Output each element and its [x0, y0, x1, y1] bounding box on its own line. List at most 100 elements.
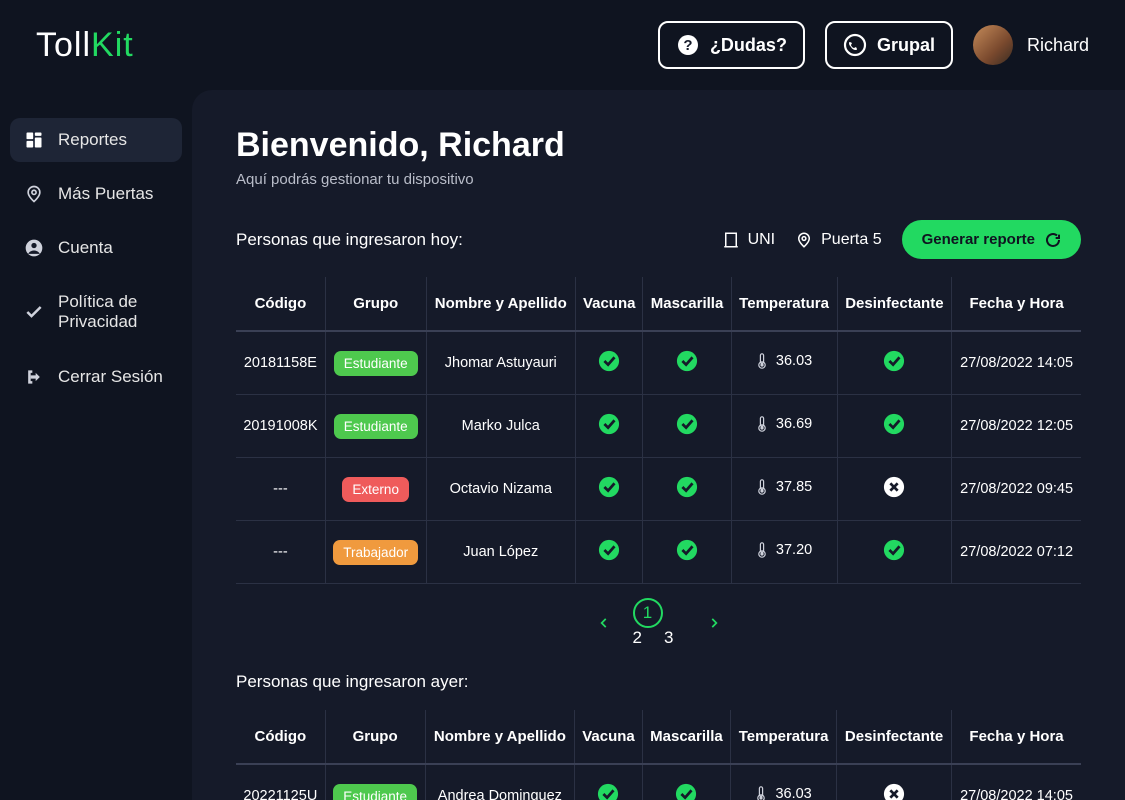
- thermometer-icon: [756, 479, 768, 495]
- cell-sanitizer: [837, 764, 952, 800]
- chevron-left-icon[interactable]: [597, 616, 611, 630]
- generate-report-button[interactable]: Generar reporte: [902, 220, 1081, 259]
- cell-code: ---: [236, 521, 325, 584]
- column-header: Desinfectante: [837, 277, 952, 331]
- cell-group: Estudiante: [325, 764, 425, 800]
- sidebar-item-privacidad[interactable]: Política de Privacidad: [10, 280, 182, 345]
- column-header: Vacuna: [575, 710, 643, 764]
- thermometer-icon: [756, 416, 768, 432]
- cell-sanitizer: [837, 395, 952, 458]
- username: Richard: [1027, 35, 1089, 56]
- page-number[interactable]: 3: [664, 628, 673, 647]
- cell-code: 20221125U: [236, 764, 325, 800]
- x-circle-icon: [883, 783, 905, 800]
- cell-vaccine: [575, 395, 643, 458]
- help-button[interactable]: ? ¿Dudas?: [658, 21, 805, 69]
- group-badge: Trabajador: [333, 540, 418, 565]
- column-header: Fecha y Hora: [952, 710, 1081, 764]
- check-circle-icon: [883, 413, 905, 435]
- today-table: CódigoGrupoNombre y ApellidoVacunaMascar…: [236, 277, 1081, 584]
- column-header: Nombre y Apellido: [426, 277, 575, 331]
- topbar: TollKit ? ¿Dudas? Grupal Richard: [0, 0, 1125, 90]
- logo-part2: Kit: [91, 26, 134, 64]
- logo-part1: Toll: [36, 26, 91, 64]
- avatar: [973, 25, 1013, 65]
- cell-sanitizer: [837, 331, 952, 395]
- cell-code: 20181158E: [236, 331, 325, 395]
- cell-vaccine: [575, 764, 643, 800]
- cell-mask: [642, 764, 730, 800]
- cell-datetime: 27/08/2022 12:05: [952, 395, 1081, 458]
- page-number[interactable]: 2: [633, 628, 642, 647]
- cell-name: Andrea Dominguez: [425, 764, 575, 800]
- table-row: ---TrabajadorJuan López37.2027/08/2022 0…: [236, 521, 1081, 584]
- check-circle-icon: [676, 413, 698, 435]
- temperature-value: 36.03: [756, 353, 812, 369]
- group-button[interactable]: Grupal: [825, 21, 953, 69]
- page-number[interactable]: 1: [633, 598, 663, 628]
- cell-group: Estudiante: [325, 395, 426, 458]
- cell-vaccine: [575, 458, 643, 521]
- column-header: Nombre y Apellido: [425, 710, 575, 764]
- sidebar: Reportes Más Puertas Cuenta Política de …: [0, 90, 192, 800]
- check-circle-icon: [598, 350, 620, 372]
- page-title: Bienvenido, Richard: [236, 126, 1081, 165]
- cell-sanitizer: [837, 521, 952, 584]
- sidebar-item-mas-puertas[interactable]: Más Puertas: [10, 172, 182, 216]
- column-header: Mascarilla: [642, 710, 730, 764]
- cell-mask: [643, 458, 731, 521]
- cell-datetime: 27/08/2022 07:12: [952, 521, 1081, 584]
- question-icon: ?: [676, 33, 700, 57]
- cell-code: ---: [236, 458, 325, 521]
- cell-group: Estudiante: [325, 331, 426, 395]
- today-section-head: Personas que ingresaron hoy: UNI Puerta …: [236, 220, 1081, 259]
- group-badge: Estudiante: [333, 784, 417, 800]
- sidebar-item-label: Política de Privacidad: [58, 292, 168, 333]
- dashboard-icon: [24, 130, 44, 150]
- check-icon: [24, 302, 44, 322]
- user-icon: [24, 238, 44, 258]
- check-circle-icon: [598, 539, 620, 561]
- sidebar-item-cuenta[interactable]: Cuenta: [10, 226, 182, 270]
- help-label: ¿Dudas?: [710, 35, 787, 56]
- check-circle-icon: [883, 350, 905, 372]
- today-title: Personas que ingresaron hoy:: [236, 230, 463, 250]
- column-header: Grupo: [325, 710, 425, 764]
- logout-icon: [24, 367, 44, 387]
- cell-vaccine: [575, 331, 643, 395]
- chevron-right-icon[interactable]: [707, 616, 721, 630]
- temperature-value: 36.69: [756, 416, 812, 432]
- door-chip: Puerta 5: [795, 231, 881, 249]
- check-circle-icon: [675, 783, 697, 800]
- column-header: Temperatura: [731, 277, 837, 331]
- column-header: Desinfectante: [837, 710, 952, 764]
- refresh-icon: [1045, 232, 1061, 248]
- pin-icon: [795, 231, 813, 249]
- logo: TollKit: [36, 26, 134, 65]
- sidebar-item-label: Cerrar Sesión: [58, 367, 163, 387]
- x-circle-icon: [883, 476, 905, 498]
- cell-datetime: 27/08/2022 09:45: [952, 458, 1081, 521]
- thermometer-icon: [756, 353, 768, 369]
- check-circle-icon: [676, 350, 698, 372]
- pin-icon: [24, 184, 44, 204]
- group-badge: Estudiante: [334, 414, 418, 439]
- cell-name: Octavio Nizama: [426, 458, 575, 521]
- yesterday-title: Personas que ingresaron ayer:: [236, 672, 1081, 692]
- user-menu[interactable]: Richard: [973, 25, 1089, 65]
- table-row: 20181158EEstudianteJhomar Astuyauri36.03…: [236, 331, 1081, 395]
- check-circle-icon: [598, 413, 620, 435]
- thermometer-icon: [756, 542, 768, 558]
- svg-text:?: ?: [683, 37, 692, 54]
- cell-group: Trabajador: [325, 521, 426, 584]
- sidebar-item-label: Más Puertas: [58, 184, 153, 204]
- column-header: Vacuna: [575, 277, 643, 331]
- sidebar-item-reportes[interactable]: Reportes: [10, 118, 182, 162]
- location-chip: UNI: [722, 231, 776, 249]
- check-circle-icon: [883, 539, 905, 561]
- sidebar-item-cerrar-sesion[interactable]: Cerrar Sesión: [10, 355, 182, 399]
- cell-name: Marko Julca: [426, 395, 575, 458]
- cell-temp: 36.03: [731, 331, 837, 395]
- temperature-value: 36.03: [755, 786, 811, 800]
- cell-datetime: 27/08/2022 14:05: [952, 764, 1081, 800]
